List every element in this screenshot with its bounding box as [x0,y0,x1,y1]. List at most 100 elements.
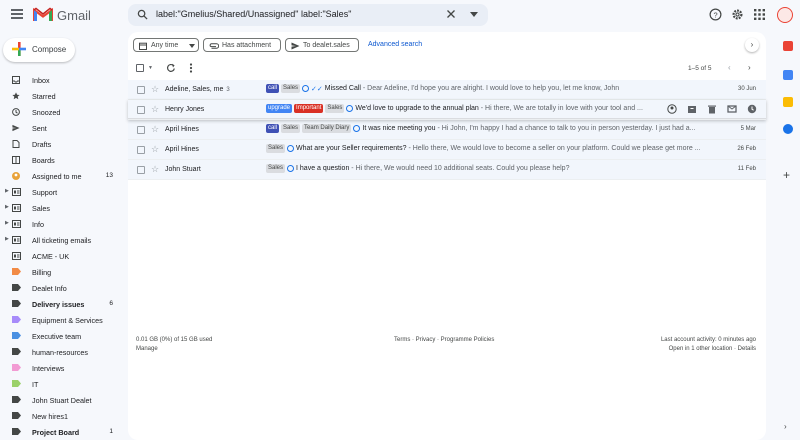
keep-app-icon[interactable] [783,70,793,80]
manage-storage-link[interactable]: Manage [136,346,158,352]
expand-icon[interactable]: ▶ [5,236,9,242]
search-options-icon[interactable] [470,12,478,17]
sidebar-item-inbox[interactable]: Inbox [0,73,124,87]
sidebar-item-billing[interactable]: Billing [0,265,124,279]
star-icon[interactable]: ☆ [151,84,159,95]
tasks-app-icon[interactable] [783,97,793,107]
delete-icon[interactable] [707,104,717,114]
archive-icon[interactable] [687,104,697,114]
compose-button[interactable]: Compose [3,38,75,62]
sidebar-item-project-board[interactable]: Project Board 1 [0,425,124,439]
sidebar-item-snoozed[interactable]: Snoozed [0,105,124,119]
sidebar-item-new-hires1[interactable]: New hires1 [0,409,124,423]
help-icon[interactable]: ? [709,8,722,21]
gmail-logo-icon[interactable] [33,7,53,22]
sidebar-item-boards[interactable]: Boards [0,153,124,167]
sidebar-item-all-ticketing-emails[interactable]: ▶ All ticketing emails [0,233,124,247]
search-icon[interactable] [137,9,148,20]
sidebar-item-drafts[interactable]: Drafts [0,137,124,151]
email-row[interactable]: ☆ Henry Jones upgrade Important Sales We'd lo… [128,100,766,120]
account-avatar[interactable] [777,7,793,23]
chevron-left-icon[interactable]: ‹ [728,63,731,72]
clear-search-icon[interactable] [446,9,456,19]
email-content[interactable]: call Sales Team Daily Diary It was nice mee… [266,124,711,136]
sidebar-item-john-stuart-dealet[interactable]: John Stuart Dealet [0,393,124,407]
calendar-app-icon[interactable] [783,41,793,51]
add-addon-icon[interactable]: + [783,168,790,182]
expand-icon[interactable]: ▶ [5,188,9,194]
sidebar-item-assigned-to-me[interactable]: Assigned to me 13 [0,169,124,183]
sidebar-item-it[interactable]: IT [0,377,124,391]
label-tag[interactable]: call [266,84,280,93]
sidebar-item-label: Billing [32,268,52,277]
snooze-icon[interactable] [747,104,757,114]
row-checkbox[interactable] [137,166,145,174]
search-input[interactable]: label:"Gmelius/Shared/Unassigned" label:… [156,9,351,19]
select-options-icon[interactable]: ▼ [148,65,153,71]
advanced-search-link[interactable]: Advanced search [368,41,422,48]
sidebar-item-label: Starred [32,92,56,101]
sidebar-item-delivery-issues[interactable]: Delivery issues 6 [0,297,124,311]
label-tag[interactable]: call [266,124,280,133]
session-details-link[interactable]: Open in 1 other location · Details [669,346,756,352]
more-options-icon[interactable] [189,63,193,73]
label-tag[interactable]: Team Daily Diary [302,124,352,133]
sidebar-item-acme-uk[interactable]: ACME - UK [0,249,124,263]
sidebar-item-info[interactable]: ▶ Info [0,217,124,231]
email-content[interactable]: call Sales ✓✓ Missed Call - Dear Adeline, I… [266,84,711,96]
sidebar-item-executive-team[interactable]: Executive team [0,329,124,343]
sidebar-item-support[interactable]: ▶ Support [0,185,124,199]
expand-icon[interactable]: ▶ [5,204,9,210]
email-content[interactable]: upgrade Important Sales We'd love to upgrad… [266,104,656,116]
sidebar-item-interviews[interactable]: Interviews [0,361,124,375]
assign-icon[interactable] [667,104,677,114]
chevron-right-icon[interactable]: › [784,422,787,431]
label-tag[interactable]: Sales [281,84,301,93]
email-row[interactable]: ☆ John Stuart Sales I have a question - Hi … [128,160,766,180]
sidebar-item-human-resources[interactable]: human-resources [0,345,124,359]
sidebar-item-starred[interactable]: Starred [0,89,124,103]
star-icon[interactable]: ☆ [151,124,159,135]
shared-label-icon [12,252,21,260]
refresh-icon[interactable] [166,63,176,73]
chevron-right-icon[interactable]: › [745,38,759,52]
search-bar[interactable]: label:"Gmelius/Shared/Unassigned" label:… [128,4,488,26]
email-row[interactable]: ☆ April Hines call Sales Team Daily Diary It … [128,120,766,140]
label-icon [12,412,21,420]
label-tag[interactable]: Sales [266,164,286,173]
row-checkbox[interactable] [137,126,145,134]
star-icon[interactable]: ☆ [151,104,159,115]
label-tag[interactable]: Important [294,104,324,113]
any-time-filter-chip[interactable]: Any time [133,38,199,52]
email-row[interactable]: ☆ April Hines Sales What are your Seller re… [128,140,766,160]
chevron-right-icon[interactable]: › [748,63,751,72]
shared-label-icon [12,188,21,196]
contacts-app-icon[interactable] [783,124,793,134]
expand-icon[interactable]: ▶ [5,220,9,226]
label-tag[interactable]: Sales [266,144,286,153]
to-filter-chip[interactable]: To dealet.sales [285,38,359,52]
email-content[interactable]: Sales What are your Seller requirements? … [266,144,711,156]
sidebar-item-sales[interactable]: ▶ Sales [0,201,124,215]
label-tag[interactable]: upgrade [266,104,293,113]
mark-unread-icon[interactable] [727,104,737,114]
settings-gear-icon[interactable] [731,8,744,21]
select-all-checkbox[interactable] [136,64,144,72]
label-tag[interactable]: Sales [281,124,301,133]
email-content[interactable]: Sales I have a question - Hi there, We wo… [266,164,711,176]
label-tag[interactable]: Sales [325,104,345,113]
footer-links[interactable]: Terms · Privacy · Programme Policies [394,337,494,343]
sidebar-item-sent[interactable]: Sent [0,121,124,135]
row-checkbox[interactable] [137,106,145,114]
has-attachment-filter-chip[interactable]: Has attachment [203,38,281,52]
email-row[interactable]: ☆ Adeline, Sales, me 3 call Sales ✓✓ Missed Ca… [128,80,766,100]
main-menu-icon[interactable] [11,9,23,19]
row-checkbox[interactable] [137,146,145,154]
sidebar-item-dealet-info[interactable]: Dealet Info [0,281,124,295]
star-icon[interactable]: ☆ [151,144,159,155]
google-apps-icon[interactable] [754,9,765,20]
star-icon[interactable]: ☆ [151,164,159,175]
row-checkbox[interactable] [137,86,145,94]
sidebar-item-equipment-services[interactable]: Equipment & Services [0,313,124,327]
email-subject: We'd love to upgrade to the annual plan [355,105,479,112]
